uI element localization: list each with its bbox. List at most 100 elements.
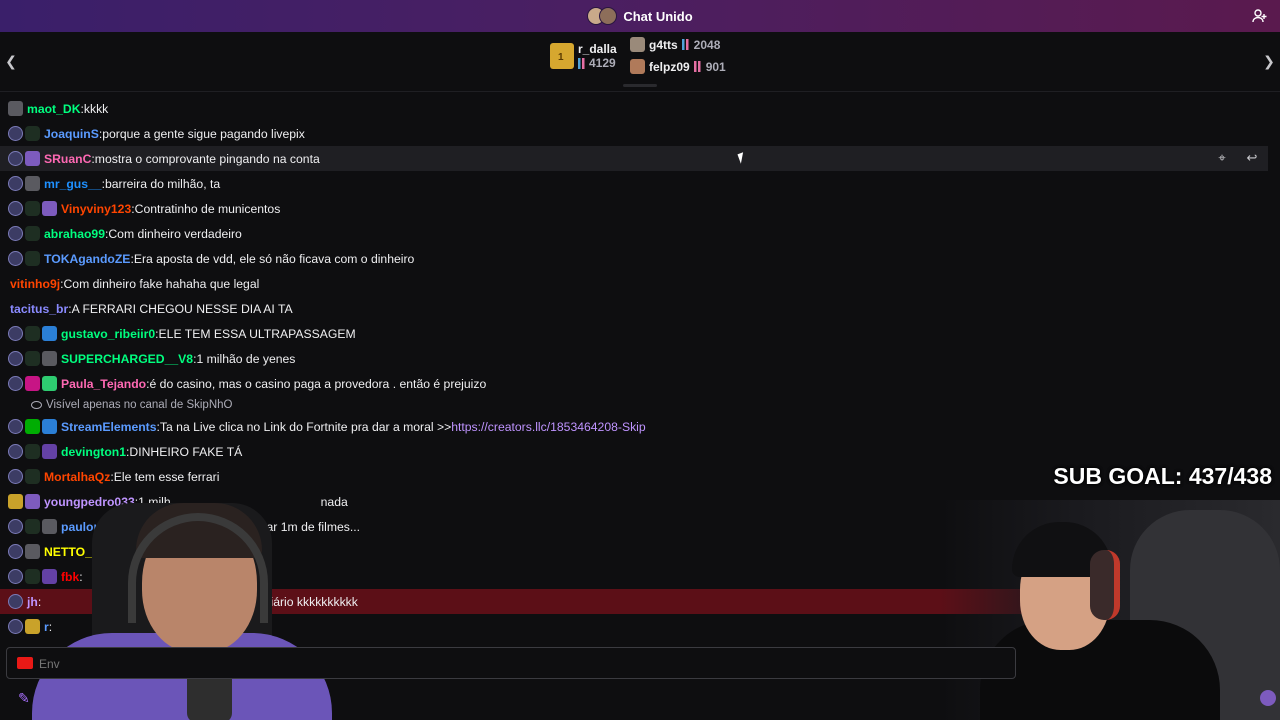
frog-badge-icon[interactable]	[25, 226, 40, 241]
sub-badge-icon[interactable]	[8, 469, 23, 484]
gray-badge-icon[interactable]	[8, 101, 23, 116]
webcam-left	[32, 493, 332, 720]
purple-badge-icon[interactable]	[42, 201, 57, 216]
top-gifter-second[interactable]: g4tts 2048	[630, 37, 720, 52]
sub-badge-icon[interactable]	[8, 326, 23, 341]
chat-username[interactable]: JoaquinS	[44, 127, 99, 141]
users-icon[interactable]	[1252, 8, 1268, 24]
chat-message[interactable]: gustavo_ribeiir0: ELE TEM ESSA ULTRAPASS…	[0, 321, 1280, 346]
chat-message[interactable]: SRuanC: mostra o comprovante pingando na…	[0, 146, 1268, 171]
reply-icon[interactable]: ↩	[1242, 148, 1262, 168]
purple-badge-icon[interactable]	[25, 151, 40, 166]
chevron-right-icon[interactable]: ❯	[1262, 54, 1276, 68]
chat-username[interactable]: devington1	[61, 445, 126, 459]
chat-message-text: A FERRARI CHEGOU NESSE DIA AI TA	[71, 301, 293, 316]
pencil-icon[interactable]: ✎	[18, 690, 32, 706]
yellow-badge-icon[interactable]	[8, 494, 23, 509]
chat-message-text: Com dinheiro verdadeiro	[108, 226, 242, 241]
sub-badge-icon[interactable]	[8, 594, 23, 609]
chat-message[interactable]: Paula_Tejando: é do casino, mas o casino…	[0, 371, 1280, 396]
sub-badge-icon[interactable]	[8, 444, 23, 459]
frog-badge-icon[interactable]	[25, 251, 40, 266]
chat-message[interactable]: abrahao99: Com dinheiro verdadeiro	[0, 221, 1280, 246]
gray-badge-icon[interactable]	[25, 176, 40, 191]
avatar	[630, 59, 645, 74]
gifter-name: felpz09	[649, 59, 690, 74]
sub-badge-icon[interactable]	[8, 544, 23, 559]
chat-message[interactable]: StreamElements: Ta na Live clica no Link…	[0, 414, 1280, 439]
top-gifter-third[interactable]: felpz09 901	[630, 59, 726, 74]
chat-message[interactable]: tacitus_br: A FERRARI CHEGOU NESSE DIA A…	[0, 296, 1280, 321]
crown-badge-icon[interactable]	[42, 419, 57, 434]
cam-badge-icon[interactable]	[42, 444, 57, 459]
sub-badge-icon[interactable]	[8, 619, 23, 634]
chat-message-text: Era aposta de vdd, ele só não ficava com…	[133, 251, 415, 266]
avatar	[599, 7, 618, 25]
eye-icon	[31, 401, 42, 409]
chat-username[interactable]: StreamElements	[61, 420, 157, 434]
top-bar: Chat Unido	[0, 0, 1280, 32]
chat-message[interactable]: TOKAgandoZE: Era aposta de vdd, ele só n…	[0, 246, 1280, 271]
chat-message-text: Ta na Live clica no Link do Fortnite pra…	[159, 419, 452, 434]
chat-message[interactable]: mr_gus__: barreira do milhão, ta	[0, 171, 1280, 196]
chat-username[interactable]: MortalhaQz	[44, 470, 110, 484]
avatar	[630, 37, 645, 52]
chat-message-text: porque a gente sigue pagando livepix	[102, 126, 305, 141]
chat-username[interactable]: Vinyviny123	[61, 202, 131, 216]
heart-badge-icon[interactable]	[25, 376, 40, 391]
chat-username[interactable]: SUPERCHARGED__V8	[61, 352, 193, 366]
chevron-left-icon[interactable]: ❮	[4, 54, 18, 68]
sub-badge-icon[interactable]	[8, 519, 23, 534]
system-note: Visível apenas no canal de SkipNhO	[0, 396, 1280, 414]
sub-badge-icon[interactable]	[8, 226, 23, 241]
frog-badge-icon[interactable]	[25, 126, 40, 141]
sub-badge-icon[interactable]	[8, 176, 23, 191]
green-badge-icon[interactable]	[42, 376, 57, 391]
chat-username[interactable]: vitinho9j	[10, 277, 60, 291]
webcam-headset	[1090, 550, 1120, 620]
chat-message-link[interactable]: https://creators.llc/1853464208-Skip	[451, 420, 645, 434]
chat-username[interactable]: maot_DK	[27, 102, 81, 116]
chat-username[interactable]: mr_gus__	[44, 177, 102, 191]
chat-message-text: ELE TEM ESSA ULTRAPASSAGEM	[158, 326, 356, 341]
frog-badge-icon[interactable]	[25, 201, 40, 216]
gifter-name: r_dalla	[578, 42, 617, 56]
sub-badge-icon[interactable]	[8, 376, 23, 391]
gift-icon	[550, 43, 574, 69]
gray-badge-icon[interactable]	[42, 351, 57, 366]
chat-message[interactable]: vitinho9j: Com dinheiro fake hahaha que …	[0, 271, 1280, 296]
chat-message[interactable]: Vinyviny123: Contratinho de municentos	[0, 196, 1280, 221]
chat-message[interactable]: maot_DK: kkkk	[0, 96, 1280, 121]
sub-badge-icon[interactable]	[8, 419, 23, 434]
gifter-count: 4129	[589, 56, 616, 70]
crown-badge-icon[interactable]	[42, 326, 57, 341]
top-gifter-first[interactable]: r_dalla 4129	[550, 42, 617, 70]
frog-badge-icon[interactable]	[25, 469, 40, 484]
sub-badge-icon[interactable]	[8, 569, 23, 584]
sub-badge-icon[interactable]	[8, 151, 23, 166]
mod-badge-icon[interactable]	[25, 419, 40, 434]
sub-badge-icon[interactable]	[8, 351, 23, 366]
chat-message[interactable]: SUPERCHARGED__V8: 1 milhão de yenes	[0, 346, 1280, 371]
settings-icon[interactable]	[1260, 690, 1276, 706]
sub-badge-icon[interactable]	[8, 201, 23, 216]
chat-username[interactable]: gustavo_ribeiir0	[61, 327, 155, 341]
chat-username[interactable]: tacitus_br	[10, 302, 68, 316]
chat-username[interactable]: SRuanC	[44, 152, 91, 166]
chat-message-text: Contratinho de municentos	[134, 201, 281, 216]
pin-icon[interactable]: ⌖	[1212, 148, 1232, 168]
frog-badge-icon[interactable]	[25, 351, 40, 366]
chat-message[interactable]: JoaquinS: porque a gente sigue pagando l…	[0, 121, 1280, 146]
frog-badge-icon[interactable]	[25, 444, 40, 459]
chat-input-box[interactable]	[6, 647, 1016, 679]
chat-username[interactable]: TOKAgandoZE	[44, 252, 130, 266]
frog-badge-icon[interactable]	[25, 326, 40, 341]
sub-badge-icon[interactable]	[8, 251, 23, 266]
chat-message[interactable]: devington1: DINHEIRO FAKE TÁ	[0, 439, 1280, 464]
chat-message-text: 1 milhão de yenes	[196, 351, 296, 366]
chat-message-text: Ele tem esse ferrari	[113, 469, 220, 484]
sub-badge-icon[interactable]	[8, 126, 23, 141]
chat-username[interactable]: abrahao99	[44, 227, 105, 241]
chat-username[interactable]: Paula_Tejando	[61, 377, 146, 391]
chat-input[interactable]	[39, 654, 339, 674]
